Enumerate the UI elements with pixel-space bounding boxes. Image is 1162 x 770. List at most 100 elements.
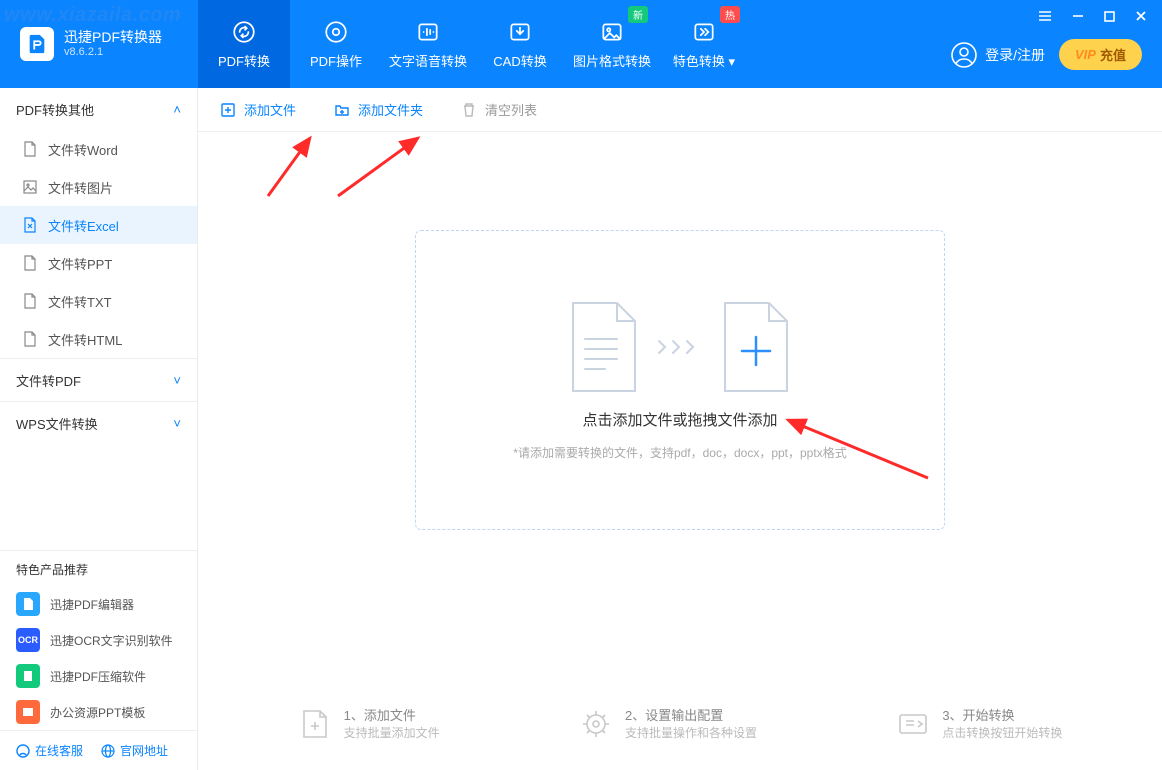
voice-icon [415,19,441,45]
promo-icon [16,700,40,724]
convert-icon [231,19,257,45]
chevron-down-icon: ˅ [173,373,181,388]
close-icon[interactable] [1134,9,1148,23]
promo-label: 办公资源PPT模板 [50,704,145,721]
step-title: 2、设置输出配置 [625,707,757,725]
main-panel: 添加文件 添加文件夹 清空列表 点击添加文件或拖拽文件添加 *请添加需要转换的文… [198,88,1162,770]
sidebar-item-to-image[interactable]: 文件转图片 [0,168,197,206]
clear-list-label: 清空列表 [485,100,537,119]
app-version: v8.6.2.1 [64,46,162,59]
add-folder-button[interactable]: 添加文件夹 [334,100,423,119]
cad-icon [507,19,533,45]
nav-label: 特色转换 ▾ [673,51,735,70]
txt-file-icon [22,293,38,309]
file-icon [22,141,38,157]
step-title: 3、开始转换 [942,707,1062,725]
vip-label: 充值 [1100,45,1126,64]
clear-list-button[interactable]: 清空列表 [461,100,537,119]
minimize-icon[interactable] [1071,9,1085,23]
nav-label: 文字语音转换 [389,51,467,70]
support-link[interactable]: 在线客服 [16,742,83,759]
image-icon [599,19,625,45]
sidebar: PDF转换其他 ˄ 文件转Word 文件转图片 文件转Excel 文件转PPT … [0,88,198,770]
promo-compress[interactable]: 迅捷PDF压缩软件 [0,658,197,694]
sidebar-group-to-pdf[interactable]: 文件转PDF ˅ [0,359,197,401]
step-sub: 支持批量添加文件 [344,725,440,742]
step-2: 2、设置输出配置支持批量操作和各种设置 [579,707,757,742]
add-folder-label: 添加文件夹 [358,100,423,119]
gear-icon [323,19,349,45]
add-file-icon [220,102,236,118]
nav-pdf-operate[interactable]: PDF操作 [290,0,382,88]
excel-file-icon [22,217,38,233]
login-button[interactable]: 登录/注册 [951,42,1045,68]
nav-label: CAD转换 [493,51,546,70]
group-label: WPS文件转换 [16,414,98,433]
document-icon [565,299,643,395]
login-label: 登录/注册 [985,45,1045,65]
drop-title: 点击添加文件或拖拽文件添加 [582,409,777,430]
top-nav: PDF转换 PDF操作 文字语音转换 CAD转换 新 图片格式转换 热 特色转换… [198,0,750,88]
sidebar-item-to-html[interactable]: 文件转HTML [0,320,197,358]
step-3: 3、开始转换点击转换按钮开始转换 [896,707,1062,742]
vip-prefix: VIP [1075,47,1096,62]
step-add-icon [298,707,332,741]
nav-label: PDF操作 [310,51,362,70]
app-logo-icon [20,27,54,61]
promo-ppt-template[interactable]: 办公资源PPT模板 [0,694,197,730]
drop-illustration [565,299,795,395]
sidebar-item-label: 文件转TXT [48,292,112,311]
badge-hot: 热 [720,6,740,23]
watermark-text: www.xiazaila.com [4,4,181,27]
promo-icon [16,592,40,616]
promo-header: 特色产品推荐 [0,550,197,586]
sidebar-group-wps[interactable]: WPS文件转换 ˅ [0,402,197,444]
sidebar-item-label: 文件转图片 [48,178,113,197]
menu-icon[interactable] [1037,8,1053,24]
window-controls [1037,8,1148,24]
sidebar-item-label: 文件转Word [48,140,118,159]
add-file-label: 添加文件 [244,100,296,119]
html-file-icon [22,331,38,347]
add-file-button[interactable]: 添加文件 [220,100,296,119]
sidebar-item-to-excel[interactable]: 文件转Excel [0,206,197,244]
sidebar-item-to-word[interactable]: 文件转Word [0,130,197,168]
site-link[interactable]: 官网地址 [101,742,168,759]
promo-label: 迅捷PDF压缩软件 [50,668,146,685]
sidebar-item-to-txt[interactable]: 文件转TXT [0,282,197,320]
chevron-down-icon: ▾ [729,54,736,69]
nav-pdf-convert[interactable]: PDF转换 [198,0,290,88]
promo-icon [16,664,40,688]
nav-cad-convert[interactable]: CAD转换 [474,0,566,88]
app-title: 迅捷PDF转换器 [64,29,162,46]
ppt-file-icon [22,255,38,271]
drop-zone[interactable]: 点击添加文件或拖拽文件添加 *请添加需要转换的文件，支持pdf，doc，docx… [415,230,945,530]
support-icon [16,744,30,758]
header-right: 登录/注册 VIP 充值 [951,0,1162,88]
sidebar-group-pdf-to-other[interactable]: PDF转换其他 ˄ [0,88,197,130]
support-label: 在线客服 [35,742,83,759]
nav-label: PDF转换 [218,51,270,70]
promo-icon: OCR [16,628,40,652]
arrows-icon [655,337,705,357]
maximize-icon[interactable] [1103,10,1116,23]
sidebar-footer: 在线客服 官网地址 [0,730,197,770]
promo-pdf-editor[interactable]: 迅捷PDF编辑器 [0,586,197,622]
group-label: 文件转PDF [16,371,81,390]
trash-icon [461,102,477,118]
nav-text-voice[interactable]: 文字语音转换 [382,0,474,88]
nav-image-convert[interactable]: 新 图片格式转换 [566,0,658,88]
nav-label: 图片格式转换 [573,51,651,70]
group-label: PDF转换其他 [16,100,94,119]
promo-label: 迅捷OCR文字识别软件 [50,632,173,649]
step-convert-icon [896,707,930,741]
nav-special-convert[interactable]: 热 特色转换 ▾ [658,0,750,88]
step-1: 1、添加文件支持批量添加文件 [298,707,440,742]
promo-ocr[interactable]: OCR 迅捷OCR文字识别软件 [0,622,197,658]
step-title: 1、添加文件 [344,707,440,725]
vip-button[interactable]: VIP 充值 [1059,39,1142,70]
sidebar-item-to-ppt[interactable]: 文件转PPT [0,244,197,282]
drop-hint: *请添加需要转换的文件，支持pdf，doc，docx，ppt，pptx格式 [513,444,846,461]
promo-label: 迅捷PDF编辑器 [50,596,134,613]
step-settings-icon [579,707,613,741]
